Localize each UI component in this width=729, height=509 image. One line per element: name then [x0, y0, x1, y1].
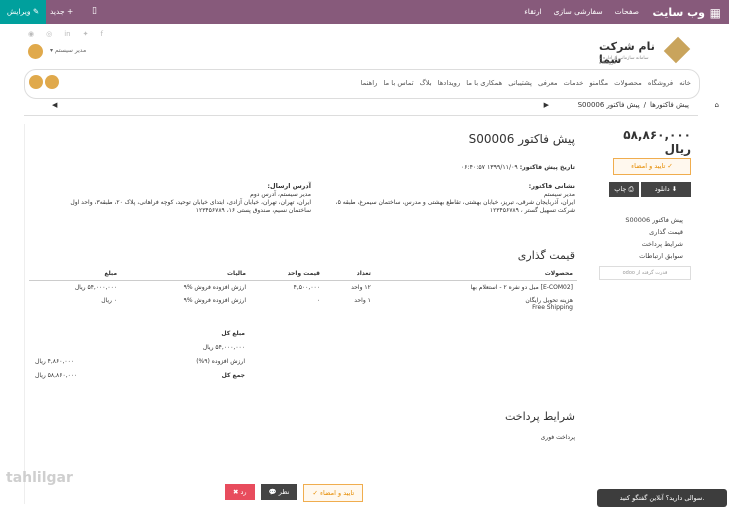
accept-sign-button-bottom[interactable]: ✓ تایید و امضاء [303, 484, 364, 502]
link-payment[interactable]: شرایط پرداخت [625, 238, 683, 250]
quote-date: تاریخ پیش فاکتور: ۱۳۹۹/۱۱/۰۹ ۰۶:۴۰:۵۷ [460, 164, 575, 171]
quote-main: پیش فاکتور S00006 تاریخ پیش فاکتور: ۱۳۹۹… [24, 124, 581, 504]
accept-sign-button[interactable]: ✓ تایید و امضاء [613, 158, 691, 175]
link-history[interactable]: سوابق ارتباطات [625, 250, 683, 262]
menu-pages[interactable]: صفحات [615, 7, 639, 16]
nav-cooperation[interactable]: همکاری با ما [466, 79, 502, 87]
table-row: هزینه تحویل رایگان Free Shipping ۱ واحد … [101, 297, 573, 311]
nav-blog[interactable]: بلاگ [420, 79, 432, 87]
invoice-address: نشانی فاکتور: مدیر سیستم ایران، آذربایجا… [335, 182, 575, 214]
menu-upgrade[interactable]: ارتقاء [524, 7, 541, 16]
cart-icon[interactable] [45, 75, 59, 89]
main-nav: خانه فروشگاه محصولات مگامنو خدمات معرفی … [24, 69, 700, 99]
breadcrumb: ⌂ پیش فاکتورها / پیش فاکتور S00006 ◀ ▶ [52, 101, 719, 109]
shipping-address: آدرس ارسال: مدیر سیستم، آدرس دوم ایران، … [70, 182, 311, 214]
user-avatar[interactable] [28, 44, 43, 59]
col-product: محصولات [374, 267, 577, 281]
nav-megamenu[interactable]: مگامنو [589, 79, 608, 87]
totals-block: مبلغ کل ۵۴,۰۰۰,۰۰۰ ریال ارزش افزوده (۹%)… [35, 330, 245, 379]
col-qty: تعداد [323, 267, 375, 281]
link-quote[interactable]: پیش فاکتور S00006 [625, 214, 683, 226]
payment-title: شرایط پرداخت [504, 410, 575, 423]
sidebar: ۵۸,۸۶۰,۰۰۰ ریال ✓ تایید و امضاء ⬇ دانلود… [599, 124, 691, 280]
order-lines-table: محصولات تعداد قیمت واحد مالیات مبلغ [E-C… [29, 267, 577, 314]
nav-help[interactable]: راهنما [361, 79, 378, 87]
nav-about[interactable]: معرفی [538, 79, 558, 87]
payment-text: پرداخت فوری [540, 434, 575, 441]
logo-mark-icon [663, 36, 691, 64]
website-brand[interactable]: وب سایت [653, 6, 705, 19]
col-tax: مالیات [121, 267, 250, 281]
link-pricing[interactable]: قیمت گذاری [625, 226, 683, 238]
next-record-icon[interactable]: ◀ [52, 101, 57, 109]
sidebar-links: پیش فاکتور S00006 قیمت گذاری شرایط پرداخ… [625, 214, 683, 262]
apps-grid-icon[interactable]: ▦ [710, 6, 721, 20]
nav-support[interactable]: پشتیبانی [508, 79, 532, 87]
reject-button[interactable]: ✖ رد [225, 484, 255, 500]
linkedin-icon[interactable]: in [64, 30, 70, 38]
comment-button[interactable]: 💬 نظر [260, 484, 298, 500]
table-row: [E-COM02] مبل دو نفره ۲ - استعلام بها ۱۲… [74, 284, 573, 291]
nav-contact[interactable]: تماس با ما [383, 79, 413, 87]
home-icon[interactable]: ⌂ [715, 101, 719, 109]
col-amount: مبلغ [29, 267, 122, 281]
top-bar: ▦ وب سایت صفحات سفارشی سازی ارتقاء ▯ + ج… [0, 0, 729, 24]
page-title: پیش فاکتور S00006 [468, 132, 575, 146]
company-logo[interactable]: نام شرکت شما سامانه سازمانی از اداره تا … [599, 36, 691, 66]
facebook-icon[interactable]: f [100, 30, 102, 38]
user-menu[interactable]: ▾ مدیر سیستم [50, 47, 86, 54]
breadcrumb-current: پیش فاکتور S00006 [577, 101, 640, 109]
social-links: ◉ ◎ in ✦ f [28, 30, 103, 38]
twitter-icon[interactable]: ✦ [83, 30, 89, 38]
footer-actions: ✖ رد 💬 نظر ✓ تایید و امضاء [225, 484, 364, 502]
divider [24, 115, 698, 116]
prev-record-icon[interactable]: ▶ [544, 101, 549, 109]
sidebar-total: ۵۸,۸۶۰,۰۰۰ ریال [623, 128, 691, 156]
instagram-icon[interactable]: ◎ [46, 30, 52, 38]
nav-products[interactable]: محصولات [614, 79, 642, 87]
nav-events[interactable]: رویدادها [438, 79, 461, 87]
download-button[interactable]: ⬇ دانلود [641, 182, 691, 197]
watermark: tahlilgar [6, 470, 73, 486]
breadcrumb-quotes[interactable]: پیش فاکتورها [650, 101, 689, 109]
pinterest-icon[interactable]: ◉ [28, 30, 34, 38]
wishlist-icon[interactable] [29, 75, 43, 89]
print-button[interactable]: ⎙ چاپ [609, 182, 639, 197]
nav-services[interactable]: خدمات [564, 79, 584, 87]
nav-home[interactable]: خانه [679, 79, 691, 87]
new-button[interactable]: + جدید [50, 7, 73, 16]
menu-customize[interactable]: سفارشی سازی [554, 7, 603, 16]
powered-by-odoo[interactable]: قدرت گرفته از odoo [599, 266, 691, 280]
nav-shop[interactable]: فروشگاه [648, 79, 673, 87]
edit-button[interactable]: ✎ ویرایش [0, 0, 46, 24]
mobile-preview-icon[interactable]: ▯ [92, 6, 97, 16]
col-unit-price: قیمت واحد [249, 267, 324, 281]
top-menu: صفحات سفارشی سازی ارتقاء [524, 7, 639, 16]
live-chat-button[interactable]: سوالی دارید؟ آنلاین گفتگو کنید. [597, 489, 727, 507]
pricing-title: قیمت گذاری [517, 249, 575, 262]
